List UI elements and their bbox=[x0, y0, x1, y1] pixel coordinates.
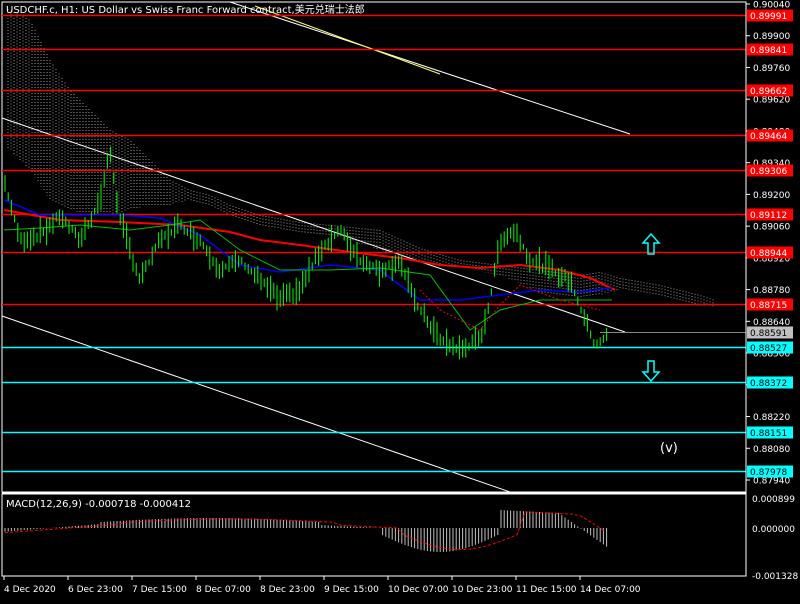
price-tick-label: 0.88780 bbox=[753, 286, 790, 296]
resistance-level-label: 0.89841 bbox=[750, 46, 787, 56]
price-tick-label: 0.88080 bbox=[753, 445, 790, 455]
time-tick-label: 8 Dec 07:00 bbox=[196, 585, 251, 595]
macd-label: MACD(12,26,9) -0.000718 -0.000412 bbox=[6, 499, 191, 510]
price-tick-label: 0.89900 bbox=[753, 32, 790, 42]
support-level-label: 0.88372 bbox=[750, 379, 787, 389]
macd-tick-bottom: -0.001328 bbox=[752, 572, 798, 582]
macd-tick-zero: 0.000000 bbox=[752, 525, 795, 535]
support-level-label: 0.88151 bbox=[750, 429, 787, 439]
time-tick-label: 8 Dec 23:00 bbox=[260, 585, 315, 595]
chart-title: USDCHF.c, H1: US Dollar vs Swiss Franc F… bbox=[6, 3, 365, 16]
resistance-level-label: 0.89306 bbox=[750, 167, 787, 177]
price-tick-label: 0.90040 bbox=[753, 1, 790, 11]
price-tick-label: 0.87940 bbox=[753, 477, 790, 487]
time-tick-label: 6 Dec 23:00 bbox=[68, 585, 123, 595]
resistance-level-label: 0.89464 bbox=[750, 132, 787, 142]
time-tick-label: 11 Dec 15:00 bbox=[516, 585, 577, 595]
time-tick-label: 10 Dec 23:00 bbox=[452, 585, 513, 595]
resistance-level-label: 0.88715 bbox=[750, 301, 787, 311]
macd-tick-top: 0.000899 bbox=[752, 495, 795, 505]
time-tick-label: 4 Dec 2020 bbox=[4, 585, 56, 595]
chart-svg: USDCHF.c, H1: US Dollar vs Swiss Franc F… bbox=[0, 0, 800, 600]
price-tick-label: 0.89060 bbox=[753, 223, 790, 233]
support-level-label: 0.88527 bbox=[750, 344, 787, 354]
price-tick-label: 0.89620 bbox=[753, 96, 790, 106]
time-tick-label: 14 Dec 07:00 bbox=[580, 585, 641, 595]
resistance-level-label: 0.89112 bbox=[750, 211, 787, 221]
support-level-label: 0.87978 bbox=[750, 468, 787, 478]
resistance-level-label: 0.88944 bbox=[750, 249, 787, 259]
wave-label: (v) bbox=[660, 441, 678, 456]
price-tick-label: 0.88640 bbox=[753, 318, 790, 328]
current-price-label: 0.88591 bbox=[750, 329, 787, 339]
resistance-level-label: 0.89662 bbox=[750, 87, 787, 97]
price-tick-label: 0.89200 bbox=[753, 191, 790, 201]
time-tick-label: 7 Dec 15:00 bbox=[132, 585, 187, 595]
trading-chart[interactable]: USDCHF.c, H1: US Dollar vs Swiss Franc F… bbox=[0, 0, 800, 600]
time-tick-label: 10 Dec 07:00 bbox=[388, 585, 449, 595]
price-tick-label: 0.88220 bbox=[753, 413, 790, 423]
time-tick-label: 9 Dec 15:00 bbox=[324, 585, 379, 595]
price-tick-label: 0.89760 bbox=[753, 64, 790, 74]
resistance-level-label: 0.89991 bbox=[750, 12, 787, 22]
